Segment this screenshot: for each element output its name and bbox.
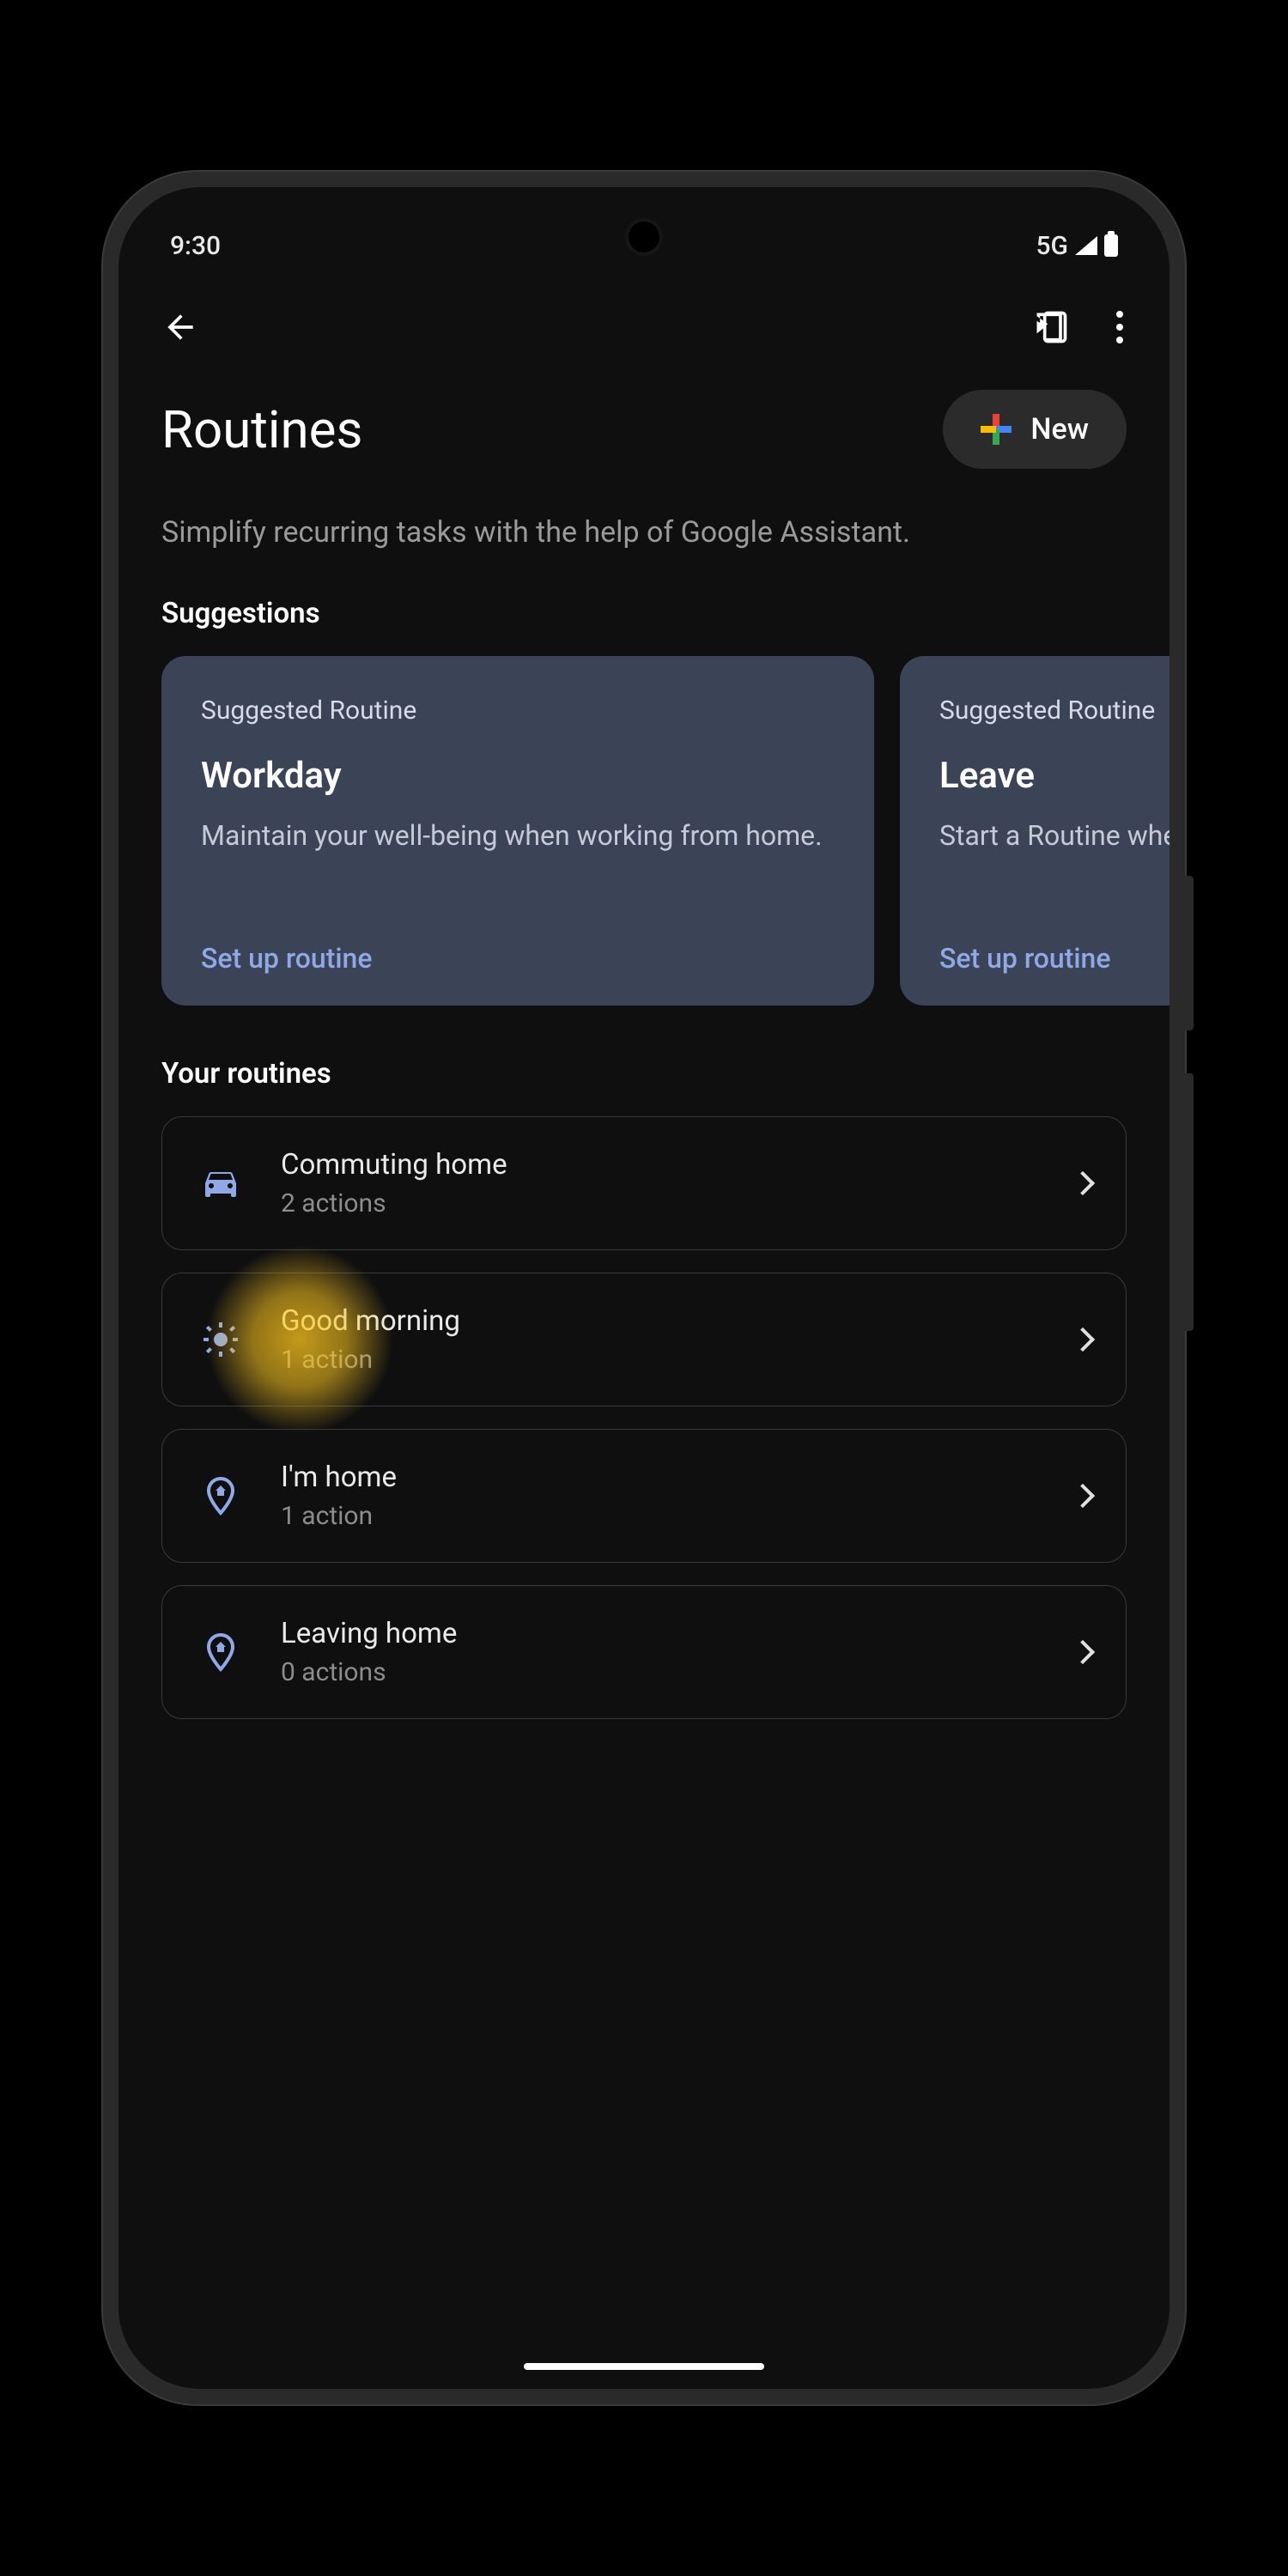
chevron-right-icon	[1071, 1484, 1095, 1508]
front-camera	[629, 222, 659, 252]
status-time: 9:30	[170, 231, 221, 261]
page-title: Routines	[161, 399, 362, 460]
new-button[interactable]: New	[943, 390, 1127, 469]
plus-icon	[981, 414, 1012, 445]
suggestions-row[interactable]: Suggested Routine Workday Maintain your …	[118, 656, 1170, 1005]
suggestion-cta[interactable]: Set up routine	[939, 933, 1170, 975]
back-button[interactable]	[161, 308, 199, 346]
routine-sub: 2 actions	[281, 1188, 1038, 1218]
new-button-label: New	[1030, 412, 1089, 447]
chevron-right-icon	[1071, 1171, 1095, 1195]
screen: 9:30 5G Routines	[118, 187, 1170, 2389]
routine-title: Leaving home	[281, 1617, 1038, 1650]
suggestion-cta[interactable]: Set up routine	[201, 933, 835, 975]
suggestion-desc: Maintain your well-being when working fr…	[201, 816, 835, 855]
header-row: Routines New	[118, 355, 1170, 486]
app-bar	[118, 273, 1170, 355]
suggestions-label: Suggestions	[118, 597, 1170, 656]
routine-title: I'm home	[281, 1461, 1038, 1494]
overflow-menu-icon[interactable]	[1113, 307, 1127, 347]
routines-list: Commuting home 2 actions Good morning 1 …	[118, 1116, 1170, 1719]
routine-sub: 0 actions	[281, 1657, 1038, 1687]
status-right: 5G	[1036, 231, 1119, 261]
suggestion-eyebrow: Suggested Routine	[939, 696, 1170, 726]
pin-icon	[197, 1631, 245, 1673]
routine-sub: 1 action	[281, 1345, 1038, 1375]
pin-icon	[197, 1475, 245, 1516]
signal-icon	[1075, 236, 1097, 255]
phone-frame: 9:30 5G Routines	[103, 172, 1185, 2404]
routine-sub: 1 action	[281, 1501, 1038, 1531]
suggestion-card-leave[interactable]: Suggested Routine Leave Start a Routine …	[900, 656, 1170, 1005]
routine-title: Good morning	[281, 1304, 1038, 1338]
suggestion-eyebrow: Suggested Routine	[201, 696, 835, 726]
car-icon	[197, 1163, 245, 1204]
routine-im-home[interactable]: I'm home 1 action	[161, 1429, 1127, 1563]
page-subtitle: Simplify recurring tasks with the help o…	[118, 486, 1170, 597]
suggestion-title: Leave	[939, 755, 1170, 797]
side-button-2	[1185, 1073, 1194, 1331]
cast-icon[interactable]	[1032, 308, 1070, 346]
chevron-right-icon	[1071, 1640, 1095, 1664]
sun-icon	[197, 1319, 245, 1360]
routine-title: Commuting home	[281, 1148, 1038, 1182]
routine-commuting-home[interactable]: Commuting home 2 actions	[161, 1116, 1127, 1250]
suggestion-title: Workday	[201, 755, 835, 797]
battery-icon	[1104, 234, 1118, 257]
chevron-right-icon	[1071, 1327, 1095, 1352]
network-label: 5G	[1036, 231, 1069, 261]
your-routines-label: Your routines	[118, 1057, 1170, 1116]
gesture-bar[interactable]	[524, 2363, 764, 2370]
side-button-1	[1185, 876, 1194, 1030]
suggestion-card-workday[interactable]: Suggested Routine Workday Maintain your …	[161, 656, 874, 1005]
routine-good-morning[interactable]: Good morning 1 action	[161, 1273, 1127, 1406]
suggestion-desc: Start a Routine when leaving the house.	[939, 816, 1170, 855]
routine-leaving-home[interactable]: Leaving home 0 actions	[161, 1585, 1127, 1719]
